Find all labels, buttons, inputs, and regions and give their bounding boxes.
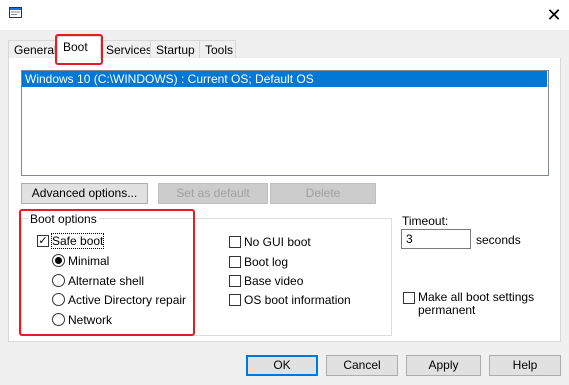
timeout-label: Timeout: [402, 214, 449, 228]
tab-label: Boot [63, 40, 88, 54]
advanced-options-button[interactable]: Advanced options... [21, 183, 148, 204]
radio-minimal[interactable] [52, 254, 65, 267]
radio-alternate-shell-label[interactable]: Alternate shell [68, 274, 144, 288]
tab-label: Tools [205, 43, 234, 57]
tab-label: Startup [156, 43, 195, 57]
tab-tools[interactable]: Tools [199, 40, 236, 58]
help-button[interactable]: Help [489, 355, 561, 376]
tab-startup[interactable]: Startup [150, 40, 200, 58]
make-permanent-checkbox[interactable] [403, 292, 415, 304]
base-video-label[interactable]: Base video [244, 274, 303, 288]
boot-log-checkbox[interactable] [229, 256, 241, 268]
close-icon[interactable]: ✕ [543, 4, 565, 26]
tab-services[interactable]: Services [100, 40, 153, 58]
make-permanent-line1: Make all boot settings [418, 290, 535, 304]
safe-boot-label[interactable]: Safe boot [50, 233, 105, 249]
os-boot-information-checkbox[interactable] [229, 294, 241, 306]
os-list-item[interactable]: Windows 10 (C:\WINDOWS) : Current OS; De… [22, 71, 547, 87]
timeout-input[interactable]: 3 [401, 229, 471, 249]
radio-minimal-label[interactable]: Minimal [68, 254, 109, 268]
radio-active-directory-repair[interactable] [52, 293, 65, 306]
no-gui-boot-label[interactable]: No GUI boot [244, 235, 311, 249]
make-permanent-line2: permanent [418, 303, 476, 317]
tab-general[interactable]: General [8, 40, 57, 58]
boot-log-label[interactable]: Boot log [244, 255, 288, 269]
no-gui-boot-checkbox[interactable] [229, 236, 241, 248]
radio-alternate-shell[interactable] [52, 274, 65, 287]
base-video-checkbox[interactable] [229, 275, 241, 287]
checkmark-icon: ✓ [38, 235, 48, 247]
ok-button[interactable]: OK [246, 355, 318, 376]
radio-active-directory-repair-label[interactable]: Active Directory repair [68, 293, 186, 307]
boot-options-legend: Boot options [28, 212, 99, 226]
tab-label: General [14, 43, 57, 57]
delete-button[interactable]: Delete [270, 183, 376, 204]
make-permanent-label[interactable]: Make all boot settings permanent [418, 291, 534, 317]
timeout-unit: seconds [476, 233, 521, 247]
set-as-default-button[interactable]: Set as default [158, 183, 268, 204]
tab-boot[interactable]: Boot [57, 36, 101, 59]
cancel-button[interactable]: Cancel [326, 355, 398, 376]
system-configuration-icon [9, 7, 22, 18]
apply-button[interactable]: Apply [406, 355, 481, 376]
tab-label: Services [106, 43, 153, 57]
radio-network-label[interactable]: Network [68, 313, 112, 327]
safe-boot-checkbox[interactable]: ✓ [37, 235, 49, 247]
os-boot-information-label[interactable]: OS boot information [244, 293, 351, 307]
radio-network[interactable] [52, 313, 65, 326]
radio-selected-dot [55, 257, 62, 264]
title-bar [0, 0, 569, 30]
